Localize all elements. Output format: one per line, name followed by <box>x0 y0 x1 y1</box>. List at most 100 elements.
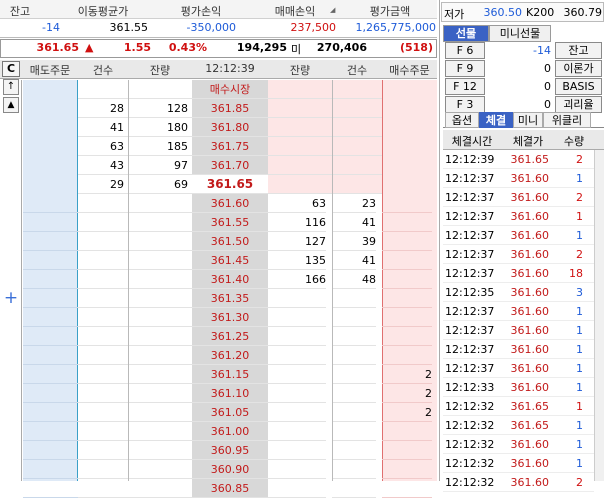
buy-order-qty[interactable] <box>382 308 432 327</box>
trade-row: 12:12:32 361.60 2 <box>443 473 594 492</box>
trade-row: 12:12:37 361.60 1 <box>443 207 594 226</box>
divider <box>128 80 129 481</box>
bid-price[interactable]: 361.25 <box>192 327 268 346</box>
tab-trades[interactable]: 체결 <box>479 112 513 128</box>
scroll-up-button[interactable]: ↑ <box>3 79 19 95</box>
bid-price[interactable]: 360.90 <box>192 460 268 479</box>
fkey-action-button[interactable]: 잔고 <box>555 42 602 59</box>
fkey-label[interactable]: F 6 <box>445 42 485 59</box>
summary-value-eval-amount: 1,265,775,000 <box>355 21 436 34</box>
bid-price[interactable]: 361.10 <box>192 384 268 403</box>
buy-order-qty[interactable] <box>382 232 432 251</box>
market-order-label: 매수시장 <box>209 83 251 96</box>
low-value: 360.50 <box>483 6 523 19</box>
bid-price[interactable]: 361.05 <box>192 403 268 422</box>
fkey-label[interactable]: F 9 <box>445 60 485 77</box>
fkey-action-button[interactable]: 괴리율 <box>555 96 602 113</box>
bid-price[interactable]: 360.85 <box>192 479 268 498</box>
buy-order-qty[interactable] <box>382 213 432 232</box>
tab-options[interactable]: 옵션 <box>445 112 479 128</box>
buy-order-qty[interactable] <box>382 346 432 365</box>
clear-button[interactable]: C <box>2 61 20 77</box>
buy-order-qty[interactable] <box>382 289 432 308</box>
fkey-action-button[interactable]: 이론가 <box>555 60 602 77</box>
bid-price[interactable]: 361.55 <box>192 213 268 232</box>
bid-price[interactable]: 361.50 <box>192 232 268 251</box>
sell-order-cell[interactable] <box>23 422 78 441</box>
sell-order-cell[interactable] <box>23 384 78 403</box>
buy-order-qty[interactable] <box>382 270 432 289</box>
trade-time: 12:12:37 <box>445 248 495 261</box>
tab-futures[interactable]: 선물 <box>443 25 489 42</box>
buy-order-qty[interactable] <box>382 441 432 460</box>
bid-row-ask-bg <box>78 232 192 251</box>
buy-order-qty[interactable] <box>382 194 432 213</box>
trade-time: 12:12:37 <box>445 172 495 185</box>
trade-time: 12:12:35 <box>445 286 495 299</box>
sell-order-cell[interactable] <box>23 308 78 327</box>
ask-price[interactable]: 361.80 <box>192 118 268 137</box>
ask-price[interactable]: 361.70 <box>192 156 268 175</box>
fkey-label[interactable]: F 3 <box>445 96 485 113</box>
sell-order-cell[interactable] <box>23 213 78 232</box>
tab-weekly[interactable]: 위클리 <box>543 112 591 128</box>
market-order-row[interactable]: 매수시장 <box>192 80 268 99</box>
fkey-action-button[interactable]: BASIS <box>555 78 602 95</box>
buy-order-qty[interactable] <box>382 479 432 498</box>
summary-value-eval-pl: -350,000 <box>186 21 236 34</box>
bid-price[interactable]: 361.45 <box>192 251 268 270</box>
trade-list-scrollbar[interactable] <box>594 150 604 481</box>
k200-value: 360.79 <box>563 6 603 19</box>
tab-mini[interactable]: 미니 <box>513 112 543 128</box>
sell-order-cell[interactable] <box>23 194 78 213</box>
side-button-column <box>0 80 22 481</box>
bid-count: 41 <box>332 251 376 270</box>
bid-price[interactable]: 361.15 <box>192 365 268 384</box>
bid-count <box>332 460 376 479</box>
bid-price[interactable]: 361.35 <box>192 289 268 308</box>
bid-price[interactable]: 361.00 <box>192 422 268 441</box>
sell-order-cell[interactable] <box>23 479 78 498</box>
sell-order-cell[interactable] <box>23 327 78 346</box>
ask-price[interactable]: 361.75 <box>192 137 268 156</box>
buy-order-qty[interactable] <box>382 327 432 346</box>
price-change: 1.55 <box>123 41 151 54</box>
fkey-value: 0 <box>544 62 551 75</box>
ask-remain: 128 <box>167 102 188 115</box>
buy-order-qty[interactable]: 2 <box>382 365 432 384</box>
ask-price[interactable]: 361.85 <box>192 99 268 118</box>
bid-price[interactable]: 361.60 <box>192 194 268 213</box>
bid-row-ask-bg <box>78 289 192 308</box>
ask-price[interactable]: 361.65 <box>192 175 268 194</box>
sell-order-cell[interactable] <box>23 270 78 289</box>
bid-price[interactable]: 360.95 <box>192 441 268 460</box>
trade-row: 12:12:37 361.60 2 <box>443 188 594 207</box>
fkey-label[interactable]: F 12 <box>445 78 485 95</box>
bid-price[interactable]: 361.30 <box>192 308 268 327</box>
sell-order-cell[interactable] <box>23 403 78 422</box>
buy-order-qty[interactable]: 2 <box>382 384 432 403</box>
sell-order-cell[interactable] <box>23 251 78 270</box>
sell-order-cell[interactable] <box>23 232 78 251</box>
sell-order-cell[interactable] <box>23 441 78 460</box>
buy-order-qty[interactable] <box>382 251 432 270</box>
bid-remain: 166 <box>268 270 326 289</box>
bid-price[interactable]: 361.20 <box>192 346 268 365</box>
trade-qty: 1 <box>576 438 583 451</box>
ask-remain: 97 <box>174 159 188 172</box>
buy-order-qty[interactable] <box>382 422 432 441</box>
bid-price[interactable]: 361.40 <box>192 270 268 289</box>
divider <box>332 80 333 481</box>
buy-order-qty[interactable] <box>382 460 432 479</box>
tab-mini-futures[interactable]: 미니선물 <box>489 25 551 42</box>
fkey-value: 0 <box>544 98 551 111</box>
trade-price: 361.60 <box>510 172 550 185</box>
trade-list-header: 체결시간 체결가 수량 <box>443 130 604 150</box>
sell-order-cell[interactable] <box>23 460 78 479</box>
sell-order-cell[interactable] <box>23 365 78 384</box>
sell-order-cell[interactable] <box>23 346 78 365</box>
sell-order-cell[interactable] <box>23 289 78 308</box>
add-icon[interactable]: + <box>3 289 19 307</box>
buy-order-qty[interactable]: 2 <box>382 403 432 422</box>
center-price-button[interactable]: ▲ <box>3 97 19 113</box>
